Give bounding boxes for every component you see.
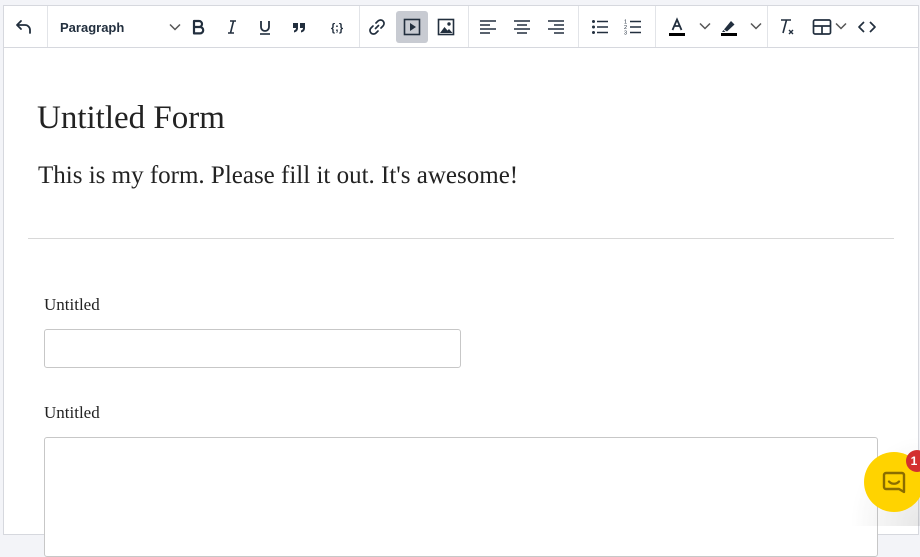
align-right-button[interactable] [540, 11, 572, 43]
form-description[interactable]: This is my form. Please fill it out. It'… [38, 162, 518, 190]
code-sample-button[interactable]: {;} [321, 11, 353, 43]
clear-formatting-icon [781, 19, 794, 35]
media-button[interactable] [396, 11, 428, 43]
blockquote-button[interactable] [283, 11, 315, 43]
field-label: Untitled [44, 295, 100, 314]
image-icon [437, 18, 455, 36]
text-color-icon [669, 17, 685, 36]
toolbar-separator [468, 6, 469, 47]
chevron-down-icon[interactable] [835, 21, 847, 31]
text-input-field[interactable] [44, 329, 461, 368]
editor-frame: Paragraph {;} 1 2 3 Untitled Form This i… [3, 5, 919, 557]
clear-formatting-button[interactable] [770, 11, 802, 43]
bold-button[interactable] [182, 11, 214, 43]
svg-text:{;}: {;} [331, 22, 344, 34]
highlight-color-button[interactable] [713, 11, 745, 43]
align-right-icon [548, 20, 564, 34]
toolbar-separator [767, 6, 768, 47]
toolbar-separator [47, 6, 48, 47]
chat-bubble-icon [882, 471, 906, 494]
underline-icon [260, 21, 270, 35]
form-title[interactable]: Untitled Form [37, 100, 225, 137]
bullet-list-button[interactable] [584, 11, 616, 43]
block-format-label: Paragraph [60, 19, 125, 35]
table-button[interactable] [806, 11, 838, 43]
numbered-list-button[interactable]: 1 2 3 [617, 11, 649, 43]
chevron-down-icon[interactable] [699, 21, 711, 31]
italic-icon [228, 20, 236, 34]
undo-button[interactable] [8, 11, 40, 43]
chevron-down-icon[interactable] [750, 21, 762, 31]
video-play-icon [403, 18, 421, 36]
undo-icon [16, 20, 31, 34]
toolbar-separator [359, 6, 360, 47]
toolbar-separator [655, 6, 656, 47]
bullet-list-icon [592, 20, 608, 34]
svg-text:3: 3 [624, 31, 627, 37]
align-center-button[interactable] [506, 11, 538, 43]
image-button[interactable] [430, 11, 462, 43]
field-label: Untitled [44, 403, 100, 422]
source-code-button[interactable] [851, 11, 883, 43]
text-color-button[interactable] [661, 11, 693, 43]
bold-icon [192, 19, 205, 35]
align-left-icon [480, 20, 496, 34]
numbered-list-icon: 1 2 3 [624, 20, 641, 37]
code-icon [858, 21, 876, 33]
table-icon [812, 19, 832, 35]
underline-button[interactable] [249, 11, 281, 43]
quote-icon [293, 23, 305, 33]
align-left-button[interactable] [472, 11, 504, 43]
textarea-field[interactable] [44, 437, 878, 557]
code-braces-icon: {;} [331, 22, 344, 34]
block-format-select[interactable]: Paragraph [53, 11, 185, 43]
link-icon [369, 19, 385, 35]
align-center-icon [514, 20, 530, 34]
chevron-down-icon [169, 23, 181, 31]
editor-toolbar: Paragraph {;} 1 2 3 [4, 6, 918, 48]
italic-button[interactable] [216, 11, 248, 43]
toolbar-separator [578, 6, 579, 47]
divider [28, 238, 894, 239]
link-button[interactable] [361, 11, 393, 43]
highlighter-icon [721, 21, 737, 36]
